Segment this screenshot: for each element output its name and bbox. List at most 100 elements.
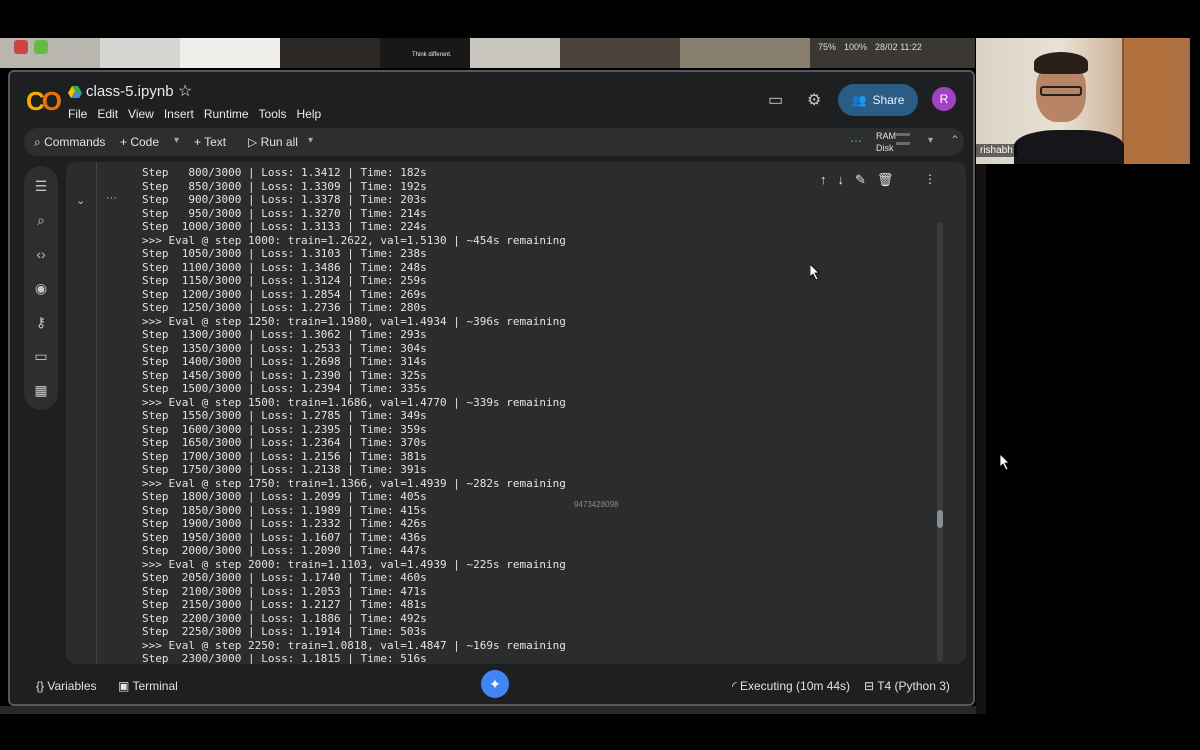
chevron-up-icon[interactable]: ⌃: [950, 133, 960, 147]
play-icon: ▷: [248, 135, 258, 149]
output-line: Step 1750/3000 | Loss: 1.2138 | Time: 39…: [142, 463, 427, 476]
output-line: Step 1250/3000 | Loss: 1.2736 | Time: 28…: [142, 301, 427, 314]
hair: [1034, 52, 1088, 74]
output-line: Step 2150/3000 | Loss: 1.2127 | Time: 48…: [142, 598, 427, 611]
add-text-button[interactable]: + Text: [194, 135, 226, 149]
output-line: Step 1200/3000 | Loss: 1.2854 | Time: 26…: [142, 287, 427, 301]
output-line: Step 2300/3000 | Loss: 1.1815 | Time: 51…: [142, 652, 427, 664]
runtime-label: T4 (Python 3): [877, 679, 950, 693]
resource-indicator[interactable]: RAM Disk: [876, 130, 896, 154]
status-item: 100%: [844, 42, 868, 52]
menu-runtime[interactable]: Runtime: [204, 107, 249, 121]
think-different-label: Think different.: [412, 52, 452, 58]
search-icon: ⌕: [34, 135, 41, 149]
output-line: Step 2100/3000 | Loss: 1.2053 | Time: 47…: [142, 584, 427, 598]
output-line: Step 1150/3000 | Loss: 1.3124 | Time: 25…: [142, 274, 427, 287]
output-line: Step 1550/3000 | Loss: 1.2785 | Time: 34…: [142, 409, 427, 422]
output-line: Step 1050/3000 | Loss: 1.3103 | Time: 23…: [142, 247, 427, 260]
webcam-feed: rishabh: [976, 38, 1190, 164]
desktop-menubar-icons: [14, 40, 48, 54]
desktop-bottom-strip: [0, 706, 985, 714]
gemini-button[interactable]: ✦: [481, 670, 509, 698]
colab-logo[interactable]: CO: [26, 86, 62, 117]
chevron-down-icon[interactable]: ▾: [308, 135, 313, 146]
output-menu-icon[interactable]: ···: [106, 192, 117, 204]
scrollbar-thumb[interactable]: [937, 510, 943, 528]
code-cell[interactable]: ⌄ ··· ↑ ↓ ✎ 🗑 ⋮ Step 800/3000 | Loss: 1.…: [66, 162, 966, 664]
executing-label: Executing (10m 44s): [740, 679, 851, 693]
braces-icon: {}: [36, 679, 45, 693]
add-code-button[interactable]: + Code: [120, 135, 159, 149]
shirt: [1014, 130, 1124, 164]
output-line: >>> Eval @ step 1250: train=1.1980, val=…: [142, 314, 566, 328]
output-line: Step 1100/3000 | Loss: 1.3486 | Time: 24…: [142, 260, 427, 274]
drive-icon: [68, 86, 82, 98]
output-line: Step 1850/3000 | Loss: 1.1989 | Time: 41…: [142, 503, 427, 517]
output-line: Step 900/3000 | Loss: 1.3378 | Time: 203…: [142, 193, 427, 206]
run-all-button[interactable]: ▷ Run all: [248, 135, 298, 149]
output-line: Step 2000/3000 | Loss: 1.2090 | Time: 44…: [142, 544, 427, 557]
output-line: Step 1950/3000 | Loss: 1.1607 | Time: 43…: [142, 530, 427, 544]
avatar[interactable]: R: [932, 87, 956, 111]
code-snippets-icon[interactable]: ‹›: [33, 246, 49, 262]
gear-icon[interactable]: ⚙: [807, 90, 821, 110]
menu-file[interactable]: File: [68, 107, 87, 121]
commands-button[interactable]: ⌕ Commands: [34, 135, 105, 150]
star-icon[interactable]: ☆: [178, 81, 192, 101]
table-of-contents-icon[interactable]: ☰: [33, 178, 49, 195]
scrollbar-track[interactable]: [937, 222, 943, 662]
runtime-icon: ⊟: [864, 679, 875, 693]
share-label: Share: [872, 93, 905, 107]
output-line: >>> Eval @ step 1000: train=1.2622, val=…: [142, 233, 566, 247]
output-line: >>> Eval @ step 1750: train=1.1366, val=…: [142, 476, 566, 490]
notebook-title[interactable]: class-5.ipynb: [86, 83, 174, 100]
participant-name: rishabh: [976, 144, 1017, 157]
chevron-down-icon[interactable]: ⌄: [76, 194, 85, 207]
door: [1122, 38, 1182, 164]
menu-insert[interactable]: Insert: [164, 107, 194, 121]
desktop-status: 75% 100% 28/02 11:22: [818, 42, 922, 52]
ram-label: RAM: [876, 131, 896, 141]
left-sidebar: ☰ ⌕ ‹› ◉ ⚷ ▭ ▦: [24, 166, 58, 410]
more-vert-icon[interactable]: ⋮: [924, 172, 936, 186]
chevron-down-icon[interactable]: ▾: [928, 135, 933, 146]
colab-header: CO class-5.ipynb ☆ File Edit View Insert…: [10, 72, 973, 128]
output-line: Step 1600/3000 | Loss: 1.2395 | Time: 35…: [142, 422, 427, 436]
output-line: >>> Eval @ step 2250: train=1.0818, val=…: [142, 638, 566, 652]
runtime-indicator[interactable]: ⊟ T4 (Python 3): [864, 679, 950, 693]
folder-icon[interactable]: ▭: [33, 348, 49, 365]
share-button[interactable]: 👥 Share: [838, 84, 918, 116]
chevron-down-icon[interactable]: ▾: [174, 135, 179, 146]
output-line: Step 1800/3000 | Loss: 1.2099 | Time: 40…: [142, 490, 427, 503]
output-line: Step 1650/3000 | Loss: 1.2364 | Time: 37…: [142, 436, 427, 449]
menu-help[interactable]: Help: [297, 107, 322, 121]
menu-tools[interactable]: Tools: [259, 107, 287, 121]
output-line: Step 1400/3000 | Loss: 1.2698 | Time: 31…: [142, 355, 427, 368]
table-icon[interactable]: ▦: [33, 382, 49, 399]
spinner-icon: ◜: [732, 679, 737, 693]
output-line: Step 1500/3000 | Loss: 1.2394 | Time: 33…: [142, 382, 427, 395]
mouse-cursor-icon: [1000, 454, 1010, 470]
status-footer: {} Variables ▣ Terminal ✦ ◜ Executing (1…: [10, 670, 973, 704]
output-line: Step 1450/3000 | Loss: 1.2390 | Time: 32…: [142, 368, 427, 382]
disk-label: Disk: [876, 143, 894, 153]
menu-edit[interactable]: Edit: [97, 107, 118, 121]
variables-inspector-icon[interactable]: ◉: [33, 280, 49, 297]
menu-bar: File Edit View Insert Runtime Tools Help: [68, 107, 321, 121]
output-line: Step 1350/3000 | Loss: 1.2533 | Time: 30…: [142, 341, 427, 355]
execution-status[interactable]: ◜ Executing (10m 44s): [732, 679, 850, 693]
app-icon: [14, 40, 28, 54]
comment-icon[interactable]: ▭: [768, 90, 783, 110]
output-line: Step 1900/3000 | Loss: 1.2332 | Time: 42…: [142, 517, 427, 530]
variables-button[interactable]: {} Variables: [36, 679, 97, 693]
output-line: >>> Eval @ step 2000: train=1.1103, val=…: [142, 557, 566, 571]
status-item: 75%: [818, 42, 837, 52]
menu-view[interactable]: View: [128, 107, 154, 121]
cell-output: Step 800/3000 | Loss: 1.3412 | Time: 182…: [142, 166, 922, 664]
watermark: 9473428098: [574, 500, 619, 509]
key-icon[interactable]: ⚷: [33, 314, 49, 331]
status-item: 28/02 11:22: [875, 42, 922, 52]
mouse-cursor-icon: [810, 264, 820, 280]
find-icon[interactable]: ⌕: [33, 212, 49, 229]
terminal-button[interactable]: ▣ Terminal: [118, 679, 178, 693]
